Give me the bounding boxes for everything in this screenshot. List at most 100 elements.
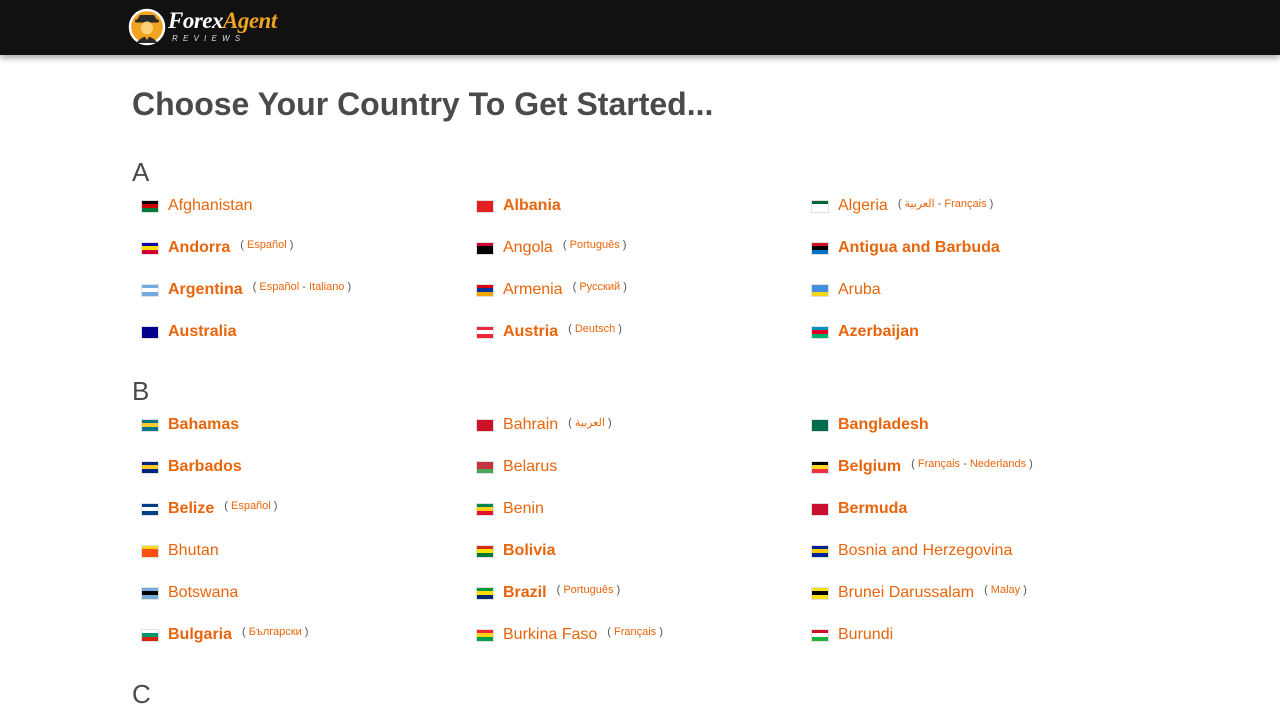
flag-icon xyxy=(477,629,493,641)
site-logo[interactable]: ForexAgent REVIEWS xyxy=(128,5,277,47)
language-link[interactable]: Français xyxy=(614,626,656,638)
country-item[interactable]: Barbados xyxy=(132,456,242,478)
country-item[interactable]: Belarus xyxy=(467,456,557,478)
language-link[interactable]: العربية xyxy=(575,417,605,429)
language-link[interactable]: Русский xyxy=(579,281,620,293)
country-link[interactable]: Bermuda xyxy=(838,500,907,518)
country-link[interactable]: Burundi xyxy=(838,626,893,644)
country-item[interactable]: Bhutan xyxy=(132,540,219,562)
country-link[interactable]: Bahrain xyxy=(503,416,558,434)
main-content: Choose Your Country To Get Started... xyxy=(132,55,1152,122)
flag-icon xyxy=(142,503,158,515)
country-link[interactable]: Bosnia and Herzegovina xyxy=(838,542,1012,560)
country-item[interactable]: Armenia ( Русский ) xyxy=(467,279,627,301)
country-link[interactable]: Austria xyxy=(503,323,558,341)
country-item[interactable]: Bulgaria ( Български ) xyxy=(132,624,308,646)
country-link[interactable]: Afghanistan xyxy=(168,197,253,215)
country-link[interactable]: Bhutan xyxy=(168,542,219,560)
country-item[interactable]: Australia xyxy=(132,321,236,343)
country-item[interactable]: Austria ( Deutsch ) xyxy=(467,321,622,343)
flag-icon xyxy=(142,200,158,212)
country-item[interactable]: Belize ( Español ) xyxy=(132,498,277,520)
language-links: ( Български ) xyxy=(242,626,309,638)
language-link[interactable]: Български xyxy=(249,626,302,638)
language-links: ( Português ) xyxy=(556,584,621,596)
country-link[interactable]: Bolivia xyxy=(503,542,555,560)
country-item[interactable]: Belgium ( Français - Nederlands ) xyxy=(802,456,1033,478)
language-links: ( Deutsch ) xyxy=(568,323,622,335)
country-item[interactable]: Afghanistan xyxy=(132,195,253,217)
country-item[interactable]: Aruba xyxy=(802,279,881,301)
language-link[interactable]: Español xyxy=(259,281,299,293)
country-link[interactable]: Burkina Faso xyxy=(503,626,597,644)
country-link[interactable]: Angola xyxy=(503,239,553,257)
country-link[interactable]: Benin xyxy=(503,500,544,518)
country-link[interactable]: Barbados xyxy=(168,458,242,476)
country-item[interactable]: Bahrain ( العربية ) xyxy=(467,414,612,436)
country-item[interactable]: Andorra ( Español ) xyxy=(132,237,293,259)
country-link[interactable]: Antigua and Barbuda xyxy=(838,239,1000,257)
country-link[interactable]: Botswana xyxy=(168,584,238,602)
language-link[interactable]: Deutsch xyxy=(575,323,615,335)
flag-icon xyxy=(477,545,493,557)
section-letter-a: A xyxy=(132,157,150,187)
language-link[interactable]: Italiano xyxy=(309,281,344,293)
language-link[interactable]: Português xyxy=(570,239,620,251)
flag-icon xyxy=(812,629,828,641)
country-link[interactable]: Belgium xyxy=(838,458,901,476)
logo-subtitle: REVIEWS xyxy=(172,34,246,43)
language-link[interactable]: Malay xyxy=(991,584,1020,596)
language-link[interactable]: Nederlands xyxy=(970,458,1026,470)
language-link[interactable]: العربية xyxy=(905,198,935,210)
top-navbar: ForexAgent REVIEWS xyxy=(0,0,1280,55)
flag-icon xyxy=(477,326,493,338)
country-link[interactable]: Albania xyxy=(503,197,561,215)
country-link[interactable]: Bangladesh xyxy=(838,416,929,434)
language-links: ( Português ) xyxy=(562,239,627,251)
country-item[interactable]: Bosnia and Herzegovina xyxy=(802,540,1012,562)
flag-icon xyxy=(812,326,828,338)
flag-icon xyxy=(142,587,158,599)
country-link[interactable]: Andorra xyxy=(168,239,230,257)
country-item[interactable]: Azerbaijan xyxy=(802,321,919,343)
country-item[interactable]: Albania xyxy=(467,195,561,217)
flag-icon xyxy=(142,545,158,557)
country-link[interactable]: Algeria xyxy=(838,197,888,215)
flag-icon xyxy=(477,419,493,431)
country-item[interactable]: Burundi xyxy=(802,624,893,646)
country-item[interactable]: Bangladesh xyxy=(802,414,929,436)
country-item[interactable]: Antigua and Barbuda xyxy=(802,237,1000,259)
country-item[interactable]: Bermuda xyxy=(802,498,907,520)
language-links: ( Русский ) xyxy=(572,281,627,293)
country-item[interactable]: Algeria ( العربية - Français ) xyxy=(802,195,993,217)
country-item[interactable]: Argentina ( Español - Italiano ) xyxy=(132,279,351,301)
flag-icon xyxy=(812,419,828,431)
country-link[interactable]: Belize xyxy=(168,500,214,518)
country-link[interactable]: Belarus xyxy=(503,458,557,476)
country-item[interactable]: Brunei Darussalam ( Malay ) xyxy=(802,582,1027,604)
language-links: ( Malay ) xyxy=(984,584,1027,596)
language-link[interactable]: Français xyxy=(944,198,986,210)
country-link[interactable]: Armenia xyxy=(503,281,563,299)
language-link[interactable]: Español xyxy=(231,500,271,512)
country-item[interactable]: Bahamas xyxy=(132,414,239,436)
flag-icon xyxy=(142,284,158,296)
language-link[interactable]: Français xyxy=(918,458,960,470)
country-item[interactable]: Angola ( Português ) xyxy=(467,237,626,259)
country-item[interactable]: Bolivia xyxy=(467,540,555,562)
country-item[interactable]: Burkina Faso ( Français ) xyxy=(467,624,663,646)
country-link[interactable]: Argentina xyxy=(168,281,243,299)
country-link[interactable]: Brazil xyxy=(503,584,547,602)
language-link[interactable]: Español xyxy=(247,239,287,251)
country-link[interactable]: Bulgaria xyxy=(168,626,232,644)
country-item[interactable]: Brazil ( Português ) xyxy=(467,582,620,604)
country-item[interactable]: Benin xyxy=(467,498,544,520)
country-link[interactable]: Brunei Darussalam xyxy=(838,584,974,602)
language-links: ( Français ) xyxy=(607,626,663,638)
country-link[interactable]: Bahamas xyxy=(168,416,239,434)
country-link[interactable]: Australia xyxy=(168,323,236,341)
country-link[interactable]: Azerbaijan xyxy=(838,323,919,341)
language-link[interactable]: Português xyxy=(563,584,613,596)
country-link[interactable]: Aruba xyxy=(838,281,881,299)
country-item[interactable]: Botswana xyxy=(132,582,238,604)
